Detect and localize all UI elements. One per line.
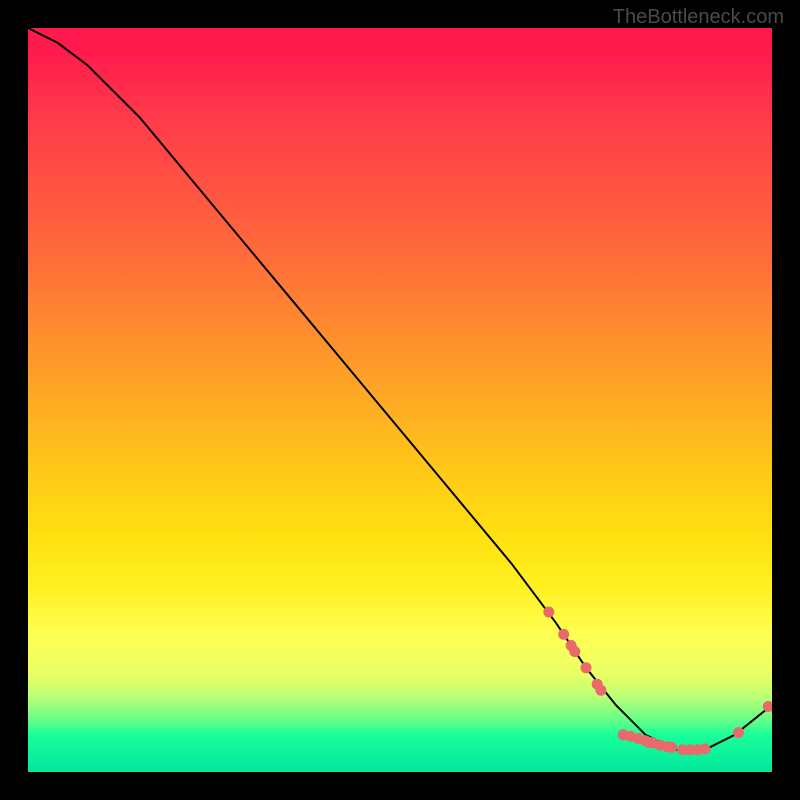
bottleneck-curve xyxy=(28,28,772,750)
data-point xyxy=(733,727,744,738)
data-markers xyxy=(543,607,772,756)
data-point xyxy=(595,685,606,696)
curve-layer xyxy=(28,28,772,772)
watermark-label: TheBottleneck.com xyxy=(613,6,784,29)
data-point xyxy=(558,629,569,640)
data-point xyxy=(581,662,592,673)
data-point xyxy=(543,607,554,618)
chart-frame: TheBottleneck.com xyxy=(0,0,800,800)
plot-area xyxy=(28,28,772,772)
data-point xyxy=(666,742,677,753)
data-point xyxy=(569,646,580,657)
data-point xyxy=(700,743,711,754)
